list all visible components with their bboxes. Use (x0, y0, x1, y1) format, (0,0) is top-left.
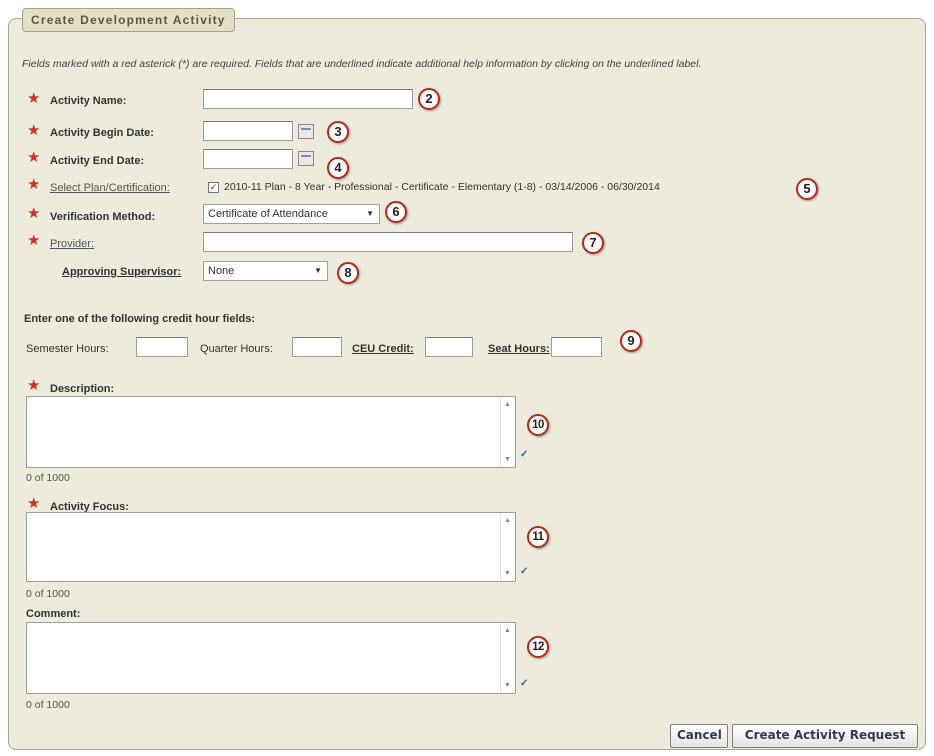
provider-label[interactable]: Provider: (50, 238, 94, 250)
quarter-hours-input[interactable] (292, 337, 342, 357)
required-asterisk-icon: ★ (27, 377, 41, 394)
required-asterisk-icon: ★ (27, 495, 41, 512)
scrollbar[interactable]: ▲ ▼ (500, 397, 515, 467)
description-textarea[interactable]: ▲ ▼ (26, 396, 516, 468)
activity-focus-counter: 0 of 1000 (26, 588, 70, 600)
callout-7: 7 (582, 232, 604, 254)
end-date-input[interactable] (203, 149, 293, 169)
credit-hours-heading: Enter one of the following credit hour f… (24, 313, 255, 325)
scrollbar[interactable]: ▲ ▼ (500, 513, 515, 581)
seat-hours-label[interactable]: Seat Hours: (488, 343, 550, 355)
required-asterisk-icon: ★ (27, 90, 41, 107)
ceu-credit-label[interactable]: CEU Credit: (352, 343, 414, 355)
quarter-hours-label: Quarter Hours: (200, 343, 273, 355)
callout-12: 12 (527, 636, 549, 658)
description-label: Description: (50, 383, 115, 395)
begin-date-input[interactable] (203, 121, 293, 141)
ceu-credit-input[interactable] (425, 337, 473, 357)
callout-5: 5 (796, 178, 818, 200)
callout-6: 6 (385, 201, 407, 223)
callout-4: 4 (327, 157, 349, 179)
activity-name-input[interactable] (203, 89, 413, 109)
spellcheck-icon[interactable]: ✓ (520, 677, 534, 690)
calendar-icon[interactable] (298, 124, 314, 139)
required-asterisk-icon: ★ (27, 232, 41, 249)
chevron-down-icon: ▼ (314, 266, 322, 275)
end-date-label: Activity End Date: (50, 155, 145, 167)
provider-input[interactable] (203, 232, 573, 252)
plan-checkbox[interactable]: ✓ (208, 182, 219, 193)
description-counter: 0 of 1000 (26, 472, 70, 484)
comment-label: Comment: (26, 608, 81, 620)
callout-3: 3 (327, 121, 349, 143)
callout-10: 10 (527, 414, 549, 436)
comment-counter: 0 of 1000 (26, 699, 70, 711)
form-title: Create Development Activity (22, 8, 235, 32)
callout-2: 2 (418, 88, 440, 110)
required-note: Fields marked with a red asterick (*) ar… (22, 58, 702, 70)
spellcheck-icon[interactable]: ✓ (520, 565, 534, 578)
semester-hours-label: Semester Hours: (26, 343, 109, 355)
comment-textarea[interactable]: ▲ ▼ (26, 622, 516, 694)
verification-method-select[interactable]: Certificate of Attendance ▼ (203, 204, 380, 224)
seat-hours-input[interactable] (551, 337, 602, 357)
callout-11: 11 (527, 526, 549, 548)
calendar-icon[interactable] (298, 151, 314, 166)
semester-hours-input[interactable] (136, 337, 188, 357)
approving-supervisor-value: None (208, 265, 235, 277)
required-asterisk-icon: ★ (27, 205, 41, 222)
activity-focus-textarea[interactable]: ▲ ▼ (26, 512, 516, 582)
approving-supervisor-select[interactable]: None ▼ (203, 261, 328, 281)
required-asterisk-icon: ★ (27, 176, 41, 193)
spellcheck-icon[interactable]: ✓ (520, 448, 534, 461)
approving-supervisor-label[interactable]: Approving Supervisor: (62, 266, 181, 278)
callout-9: 9 (620, 330, 642, 352)
verification-method-value: Certificate of Attendance (208, 208, 328, 220)
verification-method-label: Verification Method: (50, 211, 156, 223)
scrollbar[interactable]: ▲ ▼ (500, 623, 515, 693)
cancel-button[interactable]: Cancel (670, 724, 728, 748)
plan-option-label: 2010-11 Plan - 8 Year - Professional - C… (224, 181, 660, 193)
begin-date-label: Activity Begin Date: (50, 127, 154, 139)
activity-name-label: Activity Name: (50, 95, 127, 107)
chevron-down-icon: ▼ (366, 209, 374, 218)
required-asterisk-icon: ★ (27, 122, 41, 139)
plan-certification-label[interactable]: Select Plan/Certification: (50, 182, 170, 194)
create-activity-request-button[interactable]: Create Activity Request (732, 724, 918, 748)
callout-8: 8 (337, 262, 359, 284)
required-asterisk-icon: ★ (27, 149, 41, 166)
